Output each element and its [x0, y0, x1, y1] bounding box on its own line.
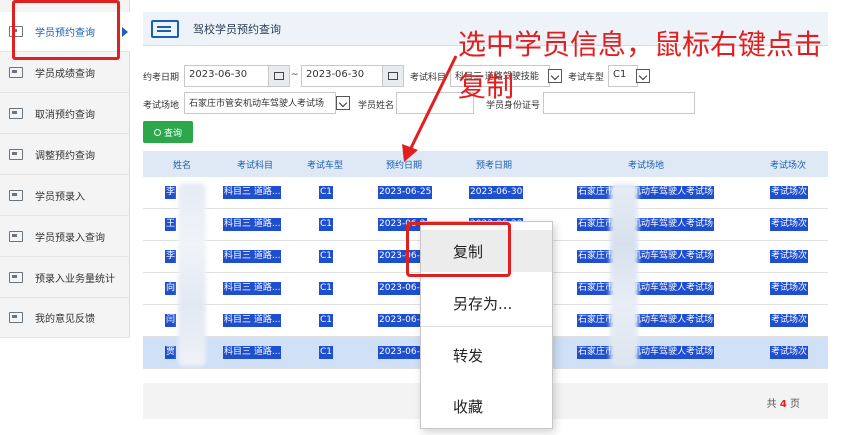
sidebar-item-label: 调整预约查询 — [35, 151, 95, 162]
adjust-icon — [9, 149, 23, 160]
sidebar-item-label: 学员成绩查询 — [35, 69, 95, 80]
cell-session: 考试场次 — [770, 218, 809, 231]
sidebar-item-label: 取消预约查询 — [35, 110, 95, 121]
cell-subject: 科目三 道路... — [223, 346, 282, 359]
sidebar-item-label: 预录入业务量统计 — [35, 274, 115, 285]
cell-cartype: C1 — [319, 218, 334, 231]
sidebar-item-feedback[interactable]: 我的意见反馈 — [0, 298, 130, 338]
query-button[interactable]: 查询 — [143, 121, 193, 143]
cell-name: 李 — [165, 250, 177, 263]
site-label: 考试场地 — [143, 101, 180, 111]
page-count-suffix: 页 — [790, 399, 800, 410]
cell-session: 考试场次 — [770, 250, 809, 263]
column-header: 考试科目 — [237, 161, 274, 171]
site-select[interactable]: 石家庄市管安机动车驾驶人考试场 — [184, 92, 336, 114]
column-header: 考试场地 — [628, 161, 665, 171]
cell-cartype: C1 — [319, 186, 334, 199]
page-count-value: 4 — [779, 399, 787, 410]
column-header: 预考日期 — [476, 161, 513, 171]
calendar-button[interactable] — [268, 65, 290, 87]
name-label: 学员姓名 — [358, 101, 395, 111]
cell-subject: 科目三 道路... — [223, 282, 282, 295]
sidebar-item-cancel-query[interactable]: 取消预约查询 — [0, 94, 130, 134]
privacy-blur-names — [178, 183, 206, 366]
cell-site: 石家庄市管安机动车驾驶人考试场 — [577, 218, 715, 231]
menu-item-favorite[interactable]: 收藏 — [421, 385, 552, 427]
highlight-box-sidebar — [12, 0, 120, 60]
entry-icon — [9, 190, 23, 201]
page-count-prefix: 共 — [766, 399, 777, 410]
cell-name: 闫 — [165, 314, 177, 327]
cell-cartype: C1 — [319, 250, 334, 263]
column-header: 预约日期 — [386, 161, 423, 171]
calendar-table-icon — [151, 19, 179, 38]
privacy-blur-site — [610, 183, 638, 366]
column-header: 考试场次 — [770, 161, 807, 171]
grade-icon — [9, 67, 23, 78]
calendar-icon — [388, 72, 398, 80]
cell-session: 考试场次 — [770, 346, 809, 359]
cell-subject: 科目三 道路... — [223, 314, 282, 327]
cell-site: 石家庄市管安机动车驾驶人考试场 — [577, 314, 715, 327]
search-icon — [153, 128, 161, 136]
cell-cartype: C1 — [319, 314, 334, 327]
chevron-down-icon[interactable] — [336, 96, 350, 110]
cell-site: 石家庄市管安机动车驾驶人考试场 — [577, 250, 715, 263]
cell-session: 考试场次 — [770, 186, 809, 199]
calendar-icon — [274, 72, 284, 80]
feedback-icon — [9, 312, 23, 323]
cell-session: 考试场次 — [770, 282, 809, 295]
cell-subject: 科目三 道路... — [223, 186, 282, 199]
cell-session: 考试场次 — [770, 314, 809, 327]
sidebar-item-pre-entry-stats[interactable]: 预录入业务量统计 — [0, 258, 130, 298]
cell-site: 石家庄市管安机动车驾驶人考试场 — [577, 346, 715, 359]
cell-site: 石家庄市管安机动车驾驶人考试场 — [577, 282, 715, 295]
sidebar-item-label: 学员预录入 — [35, 192, 85, 203]
table-header: 姓名 考试科目 考试车型 预约日期 预考日期 考试场地 考试场次 — [143, 151, 828, 177]
entry-query-icon — [9, 231, 23, 242]
annotation-text: 选中学员信息，鼠标右键点击复制 — [458, 28, 823, 103]
cell-site: 石家庄市管安机动车驾驶人考试场 — [577, 186, 715, 199]
column-header: 考试车型 — [307, 161, 344, 171]
page-title: 驾校学员预约查询 — [193, 22, 281, 36]
stats-icon — [9, 272, 23, 283]
cell-name: 王 — [165, 218, 177, 231]
page-count: 共 4 页 — [767, 395, 800, 410]
menu-divider — [421, 326, 552, 327]
sidebar-item-label: 我的意见反馈 — [35, 314, 95, 325]
cell-cartype: C1 — [319, 282, 334, 295]
cell-name: 向 — [165, 282, 177, 295]
cell-name: 贾 — [165, 346, 177, 359]
cell-subject: 科目三 道路... — [223, 218, 282, 231]
menu-item-save-as[interactable]: 另存为... — [421, 282, 552, 324]
cell-exam-date: 2023-06-30 — [469, 186, 524, 199]
date-label: 约考日期 — [143, 73, 180, 83]
query-button-label: 查询 — [163, 127, 182, 138]
cell-cartype: C1 — [319, 346, 334, 359]
date-separator: ~ — [291, 70, 299, 80]
table-row[interactable]: 李 科目三 道路... C1 2023-06-25 2023-06-30 石家庄… — [143, 177, 828, 209]
sidebar-item-pre-entry[interactable]: 学员预录入 — [0, 176, 130, 216]
menu-item-forward[interactable]: 转发 — [421, 334, 552, 376]
highlight-box-copy — [406, 222, 511, 277]
cancel-icon — [9, 108, 23, 119]
cell-name: 李 — [165, 186, 177, 199]
cell-subject: 科目三 道路... — [223, 250, 282, 263]
active-arrow-icon — [122, 27, 128, 37]
sidebar-item-label: 学员预录入查询 — [35, 233, 105, 244]
subject-label: 考试科目 — [410, 73, 447, 83]
date-from-input[interactable]: 2023-06-30 — [184, 65, 272, 87]
calendar-button[interactable] — [382, 65, 404, 87]
date-to-input[interactable]: 2023-06-30 — [301, 65, 385, 87]
sidebar-item-pre-entry-query[interactable]: 学员预录入查询 — [0, 217, 130, 257]
cell-book-date: 2023-06-25 — [378, 186, 433, 199]
sidebar-item-adjust-query[interactable]: 调整预约查询 — [0, 135, 130, 175]
column-header: 姓名 — [173, 161, 192, 171]
